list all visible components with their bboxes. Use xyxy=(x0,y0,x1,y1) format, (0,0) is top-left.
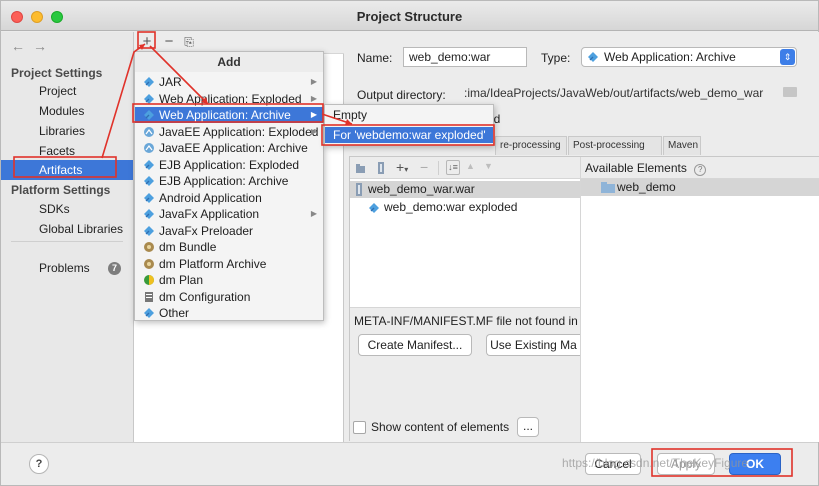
annotation-arrow-artifacts-to-add xyxy=(101,43,146,159)
annotation-overlay xyxy=(13,31,793,477)
annotation-arrow-add-to-web xyxy=(149,45,209,105)
annotation-box-for-exploded xyxy=(321,124,495,146)
annotation-box-web-archive xyxy=(132,103,324,123)
arrowhead-exploded xyxy=(345,119,352,125)
watermark-text: https://blog.csdn.net/TheKeyFigure xyxy=(562,456,749,470)
annotation-box-artifacts xyxy=(13,156,117,178)
